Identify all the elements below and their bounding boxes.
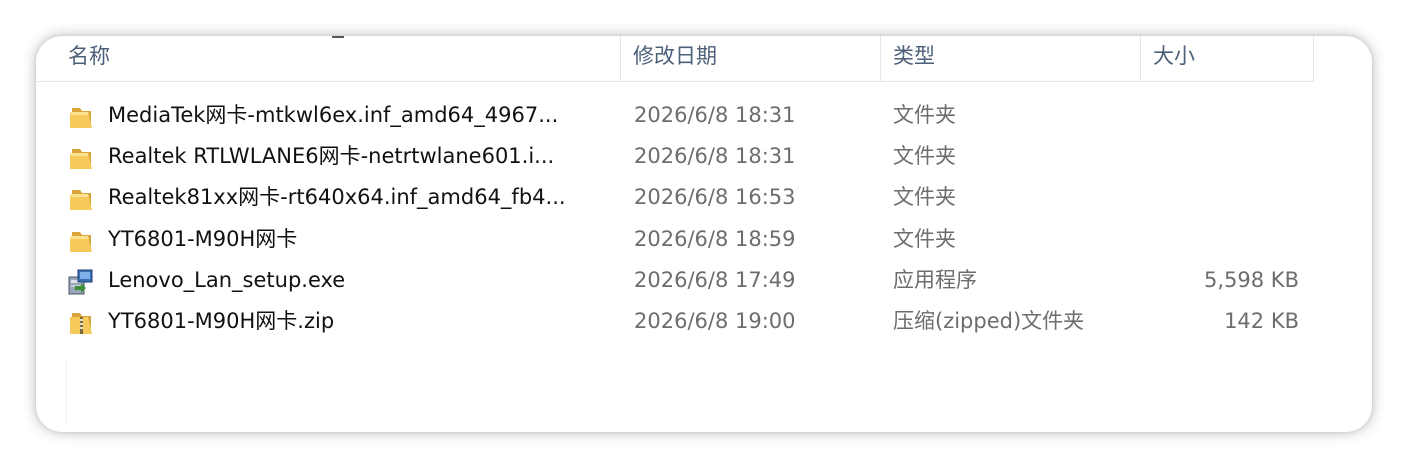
installer-icon xyxy=(66,268,96,295)
file-type: 应用程序 xyxy=(893,268,977,292)
column-header-name[interactable]: 名称 xyxy=(36,36,621,81)
folder-icon xyxy=(66,144,96,170)
column-header-bar: 名称 修改日期 类型 大小 xyxy=(36,36,1314,82)
file-size: 142 KB xyxy=(1224,309,1299,333)
file-date: 2026/6/8 19:00 xyxy=(634,309,796,333)
folder-icon xyxy=(66,227,96,253)
file-name: MediaTek网卡-mtkwl6ex.inf_amd64_4967... xyxy=(108,103,559,127)
divider xyxy=(66,358,67,424)
file-row[interactable]: YT6801-M90H网卡 2026/6/8 18:59 文件夹 xyxy=(36,219,1314,260)
file-list-window: 名称 修改日期 类型 大小 MediaTek网卡-mtkwl6ex.inf_am… xyxy=(36,36,1372,432)
file-date: 2026/6/8 18:59 xyxy=(634,227,796,251)
file-row[interactable]: Realtek RTLWLANE6网卡-netrtwlane601.i... 2… xyxy=(36,136,1314,177)
file-type: 文件夹 xyxy=(893,185,956,209)
file-date: 2026/6/8 17:49 xyxy=(634,268,796,292)
file-row[interactable]: Lenovo_Lan_setup.exe 2026/6/8 17:49 应用程序… xyxy=(36,260,1314,301)
file-date: 2026/6/8 16:53 xyxy=(634,185,796,209)
column-header-type[interactable]: 类型 xyxy=(881,36,1141,81)
file-name: Lenovo_Lan_setup.exe xyxy=(108,268,346,292)
file-date: 2026/6/8 18:31 xyxy=(634,103,796,127)
zip-folder-icon xyxy=(66,309,96,335)
file-type: 文件夹 xyxy=(893,103,956,127)
file-type: 压缩(zipped)文件夹 xyxy=(893,309,1085,333)
file-row[interactable]: Realtek81xx网卡-rt640x64.inf_amd64_fb4... … xyxy=(36,177,1314,218)
file-name: YT6801-M90H网卡.zip xyxy=(108,309,335,333)
file-row[interactable]: MediaTek网卡-mtkwl6ex.inf_amd64_4967... 20… xyxy=(36,95,1314,136)
folder-icon xyxy=(66,185,96,211)
file-name: Realtek81xx网卡-rt640x64.inf_amd64_fb4... xyxy=(108,185,566,209)
column-header-size[interactable]: 大小 xyxy=(1141,36,1314,81)
file-name: Realtek RTLWLANE6网卡-netrtwlane601.i... xyxy=(108,144,555,168)
file-size: 5,598 KB xyxy=(1204,268,1299,292)
file-type: 文件夹 xyxy=(893,227,956,251)
folder-icon xyxy=(66,103,96,129)
file-row[interactable]: YT6801-M90H网卡.zip 2026/6/8 19:00 压缩(zipp… xyxy=(36,301,1314,342)
file-type: 文件夹 xyxy=(893,144,956,168)
file-date: 2026/6/8 18:31 xyxy=(634,144,796,168)
column-header-date[interactable]: 修改日期 xyxy=(621,36,881,81)
file-name: YT6801-M90H网卡 xyxy=(108,227,298,251)
